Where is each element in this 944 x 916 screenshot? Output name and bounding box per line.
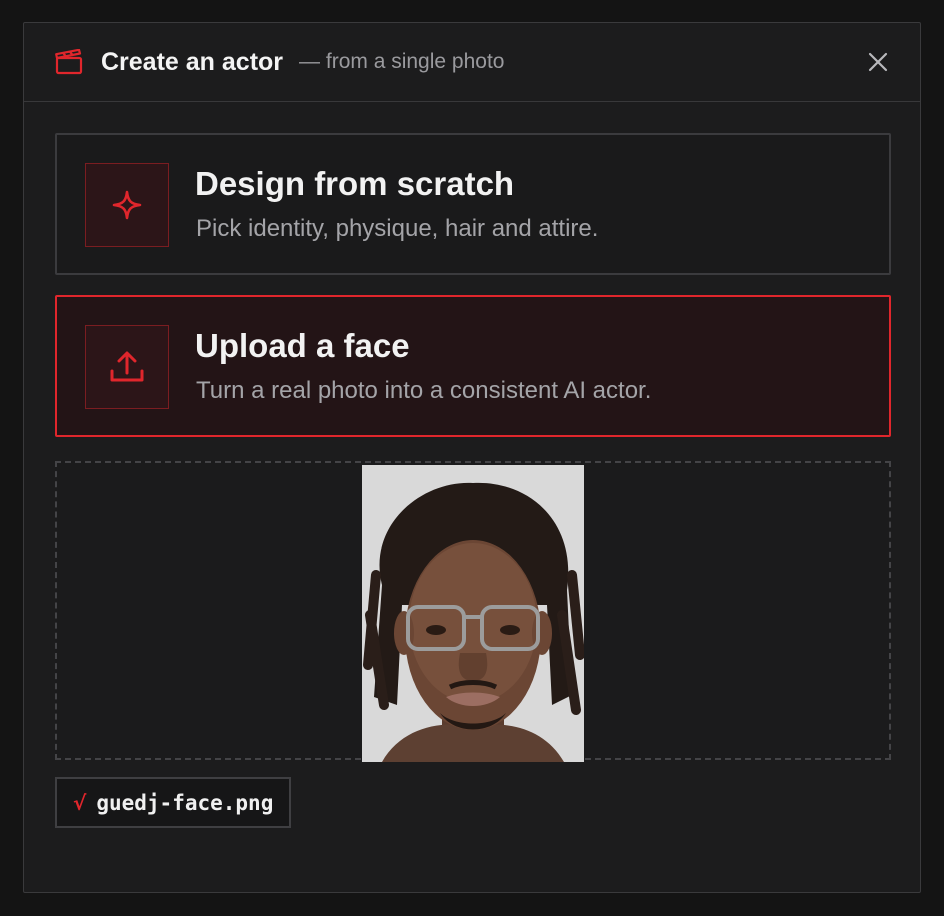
upload-a-face-option[interactable]: Upload a face Turn a real photo into a c… [55,295,891,437]
option-description: Pick identity, physique, hair and attire… [196,215,599,242]
upload-icon-box [85,325,169,409]
sparkle-icon [112,190,142,220]
upload-icon [110,351,144,382]
option-description: Turn a real photo into a consistent AI a… [196,377,652,404]
design-from-scratch-option[interactable]: Design from scratch Pick identity, physi… [55,133,891,275]
uploaded-file-chip: √ guedj-face.png [55,777,291,828]
check-icon: √ [73,790,87,815]
close-button[interactable] [866,50,890,74]
uploaded-file-name: guedj-face.png [96,790,274,815]
sparkle-icon-box [85,163,169,247]
dialog-header: Create an actor — from a single photo [24,23,920,102]
option-title: Upload a face [195,327,410,364]
create-actor-dialog: Create an actor — from a single photo De… [23,22,921,893]
option-title: Design from scratch [195,165,515,202]
dialog-subtitle: — from a single photo [299,50,505,73]
uploaded-face-photo [362,465,584,762]
close-icon [868,52,888,72]
dialog-title: Create an actor [101,47,284,76]
photo-dropzone[interactable] [55,461,891,762]
clapperboard-icon [55,49,83,75]
